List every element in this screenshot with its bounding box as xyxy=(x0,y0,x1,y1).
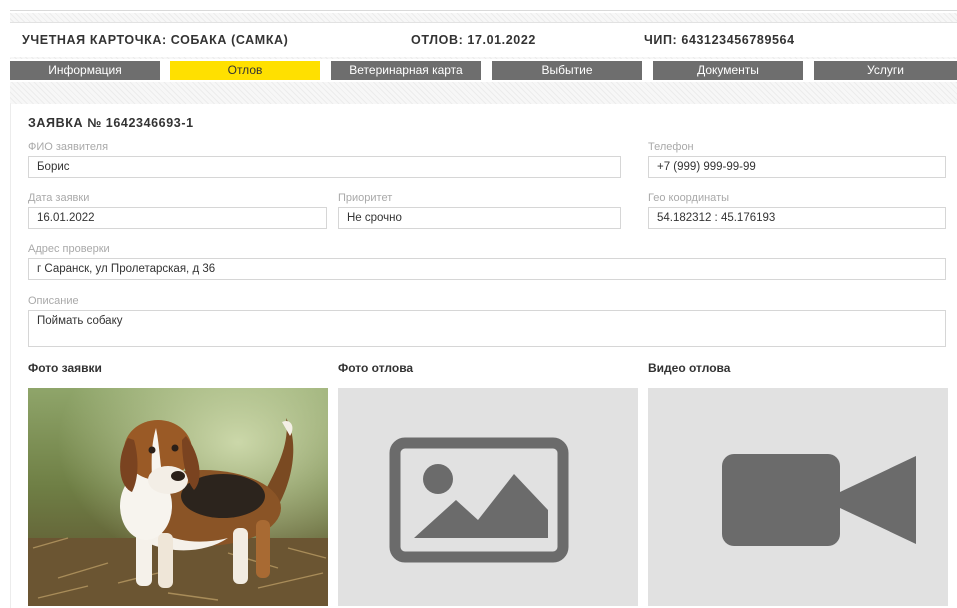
video-camera-icon xyxy=(722,454,916,546)
address-field[interactable]: г Саранск, ул Пролетарская, д 36 xyxy=(28,258,946,280)
description-label: Описание xyxy=(28,295,79,307)
tab-information[interactable]: Информация xyxy=(10,61,160,80)
section-gap xyxy=(10,82,957,104)
dog-photo xyxy=(28,388,328,606)
chip-number: ЧИП: 643123456789564 xyxy=(644,33,795,47)
tab-documents[interactable]: Документы xyxy=(653,61,803,80)
priority-label: Приоритет xyxy=(338,192,393,204)
address-label: Адрес проверки xyxy=(28,243,110,255)
priority-field[interactable]: Не срочно xyxy=(338,207,621,229)
phone-field[interactable]: +7 (999) 999-99-99 xyxy=(648,156,946,178)
capture-video-placeholder[interactable] xyxy=(648,388,948,606)
record-header: УЧЕТНАЯ КАРТОЧКА: СОБАКА (САМКА) ОТЛОВ: … xyxy=(10,22,957,57)
image-placeholder-icon xyxy=(389,437,569,563)
request-photo-label: Фото заявки xyxy=(28,361,102,375)
request-title: ЗАЯВКА № 1642346693-1 xyxy=(28,116,194,130)
top-divider xyxy=(10,10,957,11)
request-photo[interactable] xyxy=(28,388,328,606)
capture-photo-placeholder[interactable] xyxy=(338,388,638,606)
capture-date: ОТЛОВ: 17.01.2022 xyxy=(411,33,536,47)
tab-veterinary-card[interactable]: Ветеринарная карта xyxy=(331,61,481,80)
request-date-label: Дата заявки xyxy=(28,192,90,204)
phone-label: Телефон xyxy=(648,141,694,153)
applicant-label: ФИО заявителя xyxy=(28,141,109,153)
tab-capture[interactable]: Отлов xyxy=(170,61,320,80)
tab-bar: Информация Отлов Ветеринарная карта Выбы… xyxy=(10,61,957,80)
request-date-field[interactable]: 16.01.2022 xyxy=(28,207,327,229)
card-title: УЧЕТНАЯ КАРТОЧКА: СОБАКА (САМКА) xyxy=(22,33,289,47)
description-field[interactable]: Поймать собаку xyxy=(28,310,946,347)
tab-services[interactable]: Услуги xyxy=(814,61,957,80)
capture-photo-label: Фото отлова xyxy=(338,361,414,375)
applicant-field[interactable]: Борис xyxy=(28,156,621,178)
tab-disposal[interactable]: Выбытие xyxy=(492,61,642,80)
geo-field[interactable]: 54.182312 : 45.176193 xyxy=(648,207,946,229)
geo-label: Гео координаты xyxy=(648,192,730,204)
capture-video-label: Видео отлова xyxy=(648,361,731,375)
